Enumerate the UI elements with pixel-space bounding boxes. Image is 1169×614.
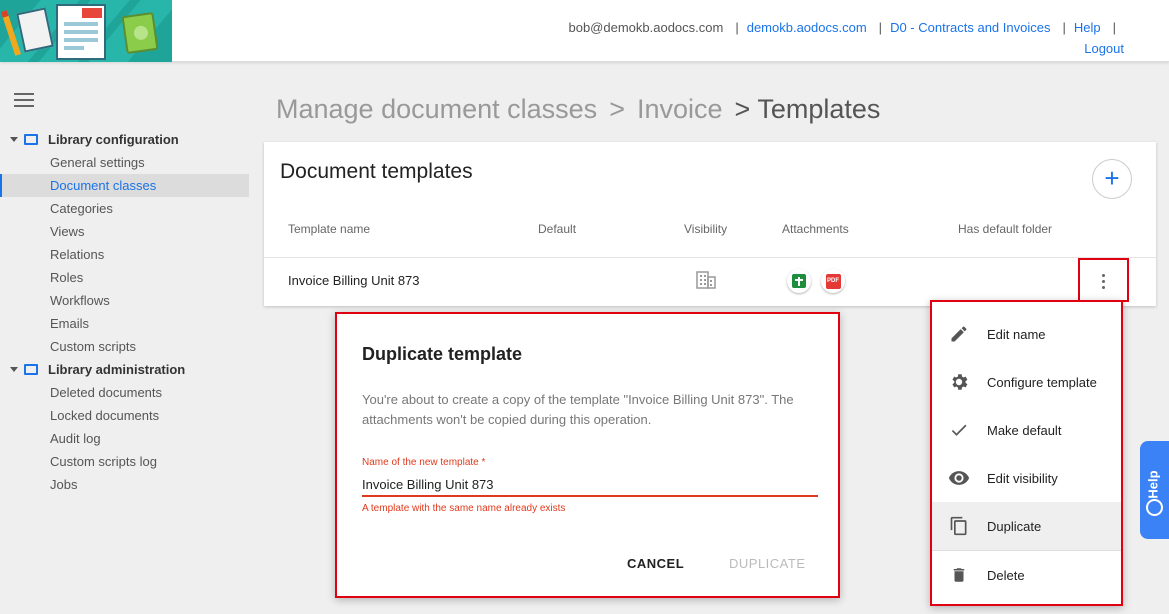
sidebar-item-workflows[interactable]: Workflows [0, 289, 249, 312]
duplicate-button[interactable]: DUPLICATE [729, 556, 806, 571]
caret-down-icon [10, 367, 18, 372]
menu-item-edit-visibility[interactable]: Edit visibility [932, 454, 1121, 502]
app-logo[interactable] [0, 0, 172, 62]
user-info-bar: bob@demokb.aodocs.com | demokb.aodocs.co… [568, 20, 1116, 35]
document-templates-card: Document templates + Template name Defau… [264, 142, 1156, 306]
sidebar-item-deleted-documents[interactable]: Deleted documents [0, 381, 249, 404]
sidebar-item-jobs[interactable]: Jobs [0, 473, 249, 496]
caret-down-icon [10, 137, 18, 142]
folder-icon [24, 134, 38, 145]
domain-building-icon [696, 271, 716, 289]
template-name-cell[interactable]: Invoice Billing Unit 873 [288, 273, 420, 288]
menu-item-duplicate[interactable]: Duplicate [932, 502, 1121, 550]
column-header-visibility[interactable]: Visibility [684, 222, 727, 236]
sidebar-section-library-administration[interactable]: Library administration [0, 358, 249, 381]
pencil-icon [947, 322, 971, 346]
cancel-button[interactable]: CANCEL [627, 556, 684, 571]
check-icon [947, 418, 971, 442]
sidebar-item-views[interactable]: Views [0, 220, 249, 243]
eye-icon [947, 466, 971, 490]
folder-icon [24, 364, 38, 375]
sidebar-item-general-settings[interactable]: General settings [0, 151, 249, 174]
google-sheets-icon[interactable] [787, 269, 811, 293]
breadcrumb-middle[interactable]: Invoice [637, 94, 723, 125]
sidebar-item-audit-log[interactable]: Audit log [0, 427, 249, 450]
sidebar-item-document-classes[interactable]: Document classes [0, 174, 249, 197]
card-title: Document templates [280, 160, 473, 183]
new-template-name-label: Name of the new template * [362, 457, 486, 468]
sidebar-item-locked-documents[interactable]: Locked documents [0, 404, 249, 427]
help-link[interactable]: Help [1074, 20, 1101, 35]
sidebar-item-custom-scripts[interactable]: Custom scripts [0, 335, 249, 358]
sidebar-item-categories[interactable]: Categories [0, 197, 249, 220]
more-vert-icon [1102, 274, 1106, 292]
logout-link[interactable]: Logout [1084, 41, 1124, 56]
menu-item-delete[interactable]: Delete [932, 551, 1121, 599]
sidebar-section-library-configuration[interactable]: Library configuration [0, 128, 249, 151]
sidebar: Library configuration General settings D… [0, 128, 249, 496]
sidebar-item-custom-scripts-log[interactable]: Custom scripts log [0, 450, 249, 473]
pdf-icon[interactable]: PDF [821, 269, 845, 293]
duplicate-template-dialog: Duplicate template You're about to creat… [335, 312, 840, 598]
sidebar-item-relations[interactable]: Relations [0, 243, 249, 266]
field-error-message: A template with the same name already ex… [362, 503, 566, 514]
column-header-default[interactable]: Default [538, 222, 576, 236]
sidebar-item-emails[interactable]: Emails [0, 312, 249, 335]
add-template-button[interactable]: + [1092, 159, 1132, 199]
column-header-has-default-folder[interactable]: Has default folder [958, 222, 1052, 236]
sidebar-item-roles[interactable]: Roles [0, 266, 249, 289]
new-template-name-input[interactable] [362, 473, 818, 497]
dialog-title: Duplicate template [362, 344, 523, 364]
domain-link[interactable]: demokb.aodocs.com [747, 20, 867, 35]
column-header-template-name[interactable]: Template name [288, 222, 370, 236]
menu-item-configure-template[interactable]: Configure template [932, 358, 1121, 406]
chat-bubble-icon [1146, 499, 1163, 516]
hamburger-menu-icon[interactable] [14, 93, 34, 107]
row-divider [264, 257, 1156, 258]
breadcrumb-root[interactable]: Manage document classes [276, 94, 597, 125]
trash-icon [947, 563, 971, 587]
dialog-message: You're about to create a copy of the tem… [362, 392, 794, 427]
user-email: bob@demokb.aodocs.com [568, 20, 724, 35]
gear-icon [947, 370, 971, 394]
breadcrumb: Manage document classes > Invoice > Temp… [276, 94, 880, 125]
breadcrumb-separator: > [609, 94, 625, 124]
top-header: bob@demokb.aodocs.com | demokb.aodocs.co… [0, 0, 1169, 62]
library-link[interactable]: D0 - Contracts and Invoices [890, 20, 1050, 35]
menu-item-make-default[interactable]: Make default [932, 406, 1121, 454]
copy-icon [947, 514, 971, 538]
breadcrumb-current: > Templates [734, 94, 881, 124]
row-actions-button[interactable] [1078, 258, 1129, 302]
help-widget-tab[interactable]: Help [1140, 441, 1169, 539]
menu-item-edit-name[interactable]: Edit name [932, 310, 1121, 358]
column-header-attachments[interactable]: Attachments [782, 222, 849, 236]
template-actions-menu: Edit name Configure template Make defaul… [930, 300, 1123, 606]
